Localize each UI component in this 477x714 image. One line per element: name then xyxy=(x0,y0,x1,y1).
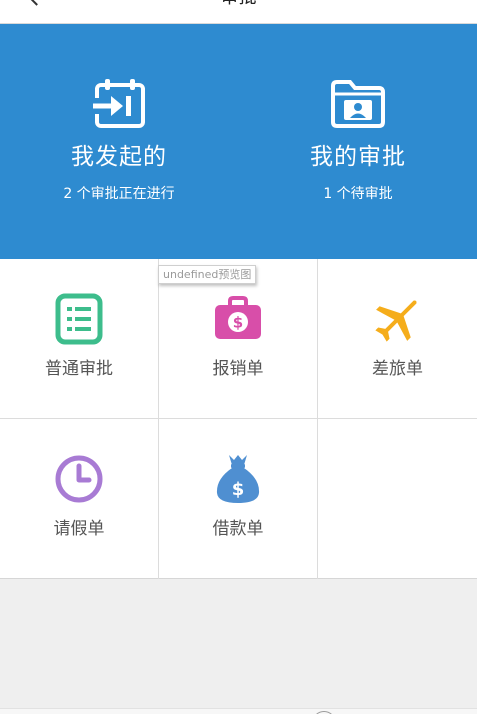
clock-icon xyxy=(55,455,103,503)
my-approval-subtitle: 1 个待审批 xyxy=(323,186,393,202)
grid-item-leave-request[interactable]: 请假单 xyxy=(0,419,159,579)
airplane-icon xyxy=(374,300,416,342)
grid-item-label: 差旅单 xyxy=(372,359,423,379)
my-initiated-title: 我发起的 xyxy=(71,144,167,170)
dollar-briefcase-icon: $ xyxy=(215,296,261,339)
grid-item-label: 借款单 xyxy=(212,519,264,539)
grid-item-travel[interactable]: 差旅单 xyxy=(318,259,477,419)
grid-item-general-approval[interactable]: 普通审批 xyxy=(0,259,159,419)
grid-item-label: 请假单 xyxy=(53,519,105,539)
preview-tooltip: undefined预览图 xyxy=(158,265,257,284)
svg-text:$: $ xyxy=(233,314,243,332)
grid-item-label: 普通审批 xyxy=(45,359,113,379)
bottom-edge xyxy=(0,708,477,714)
list-document-icon xyxy=(55,293,103,345)
money-bag-icon: $ xyxy=(216,455,260,503)
my-initiated-card[interactable]: 我发起的 2 个审批正在进行 xyxy=(0,24,238,259)
approval-type-grid: 普通审批 $ 报销单 差旅单 请假单 $ 借款单 xyxy=(0,259,477,579)
calendar-import-icon xyxy=(91,79,145,128)
top-navbar: 审批 xyxy=(0,0,477,24)
svg-text:$: $ xyxy=(232,479,245,500)
contact-folder-icon xyxy=(331,80,385,128)
grid-item-label: 报销单 xyxy=(212,359,264,379)
my-approval-title: 我的审批 xyxy=(310,144,406,170)
my-initiated-subtitle: 2 个审批正在进行 xyxy=(63,186,175,202)
hero-banner: 我发起的 2 个审批正在进行 我的审批 1 个待审批 xyxy=(0,24,477,259)
page-title: 审批 xyxy=(0,0,477,8)
approval-page: 审批 我发起的 2 个审批正在进行 我的审批 xyxy=(0,0,477,714)
grid-item-loan-request[interactable]: $ 借款单 xyxy=(159,419,318,579)
my-approval-card[interactable]: 我的审批 1 个待审批 xyxy=(239,24,477,259)
grid-empty-cell xyxy=(318,419,477,579)
